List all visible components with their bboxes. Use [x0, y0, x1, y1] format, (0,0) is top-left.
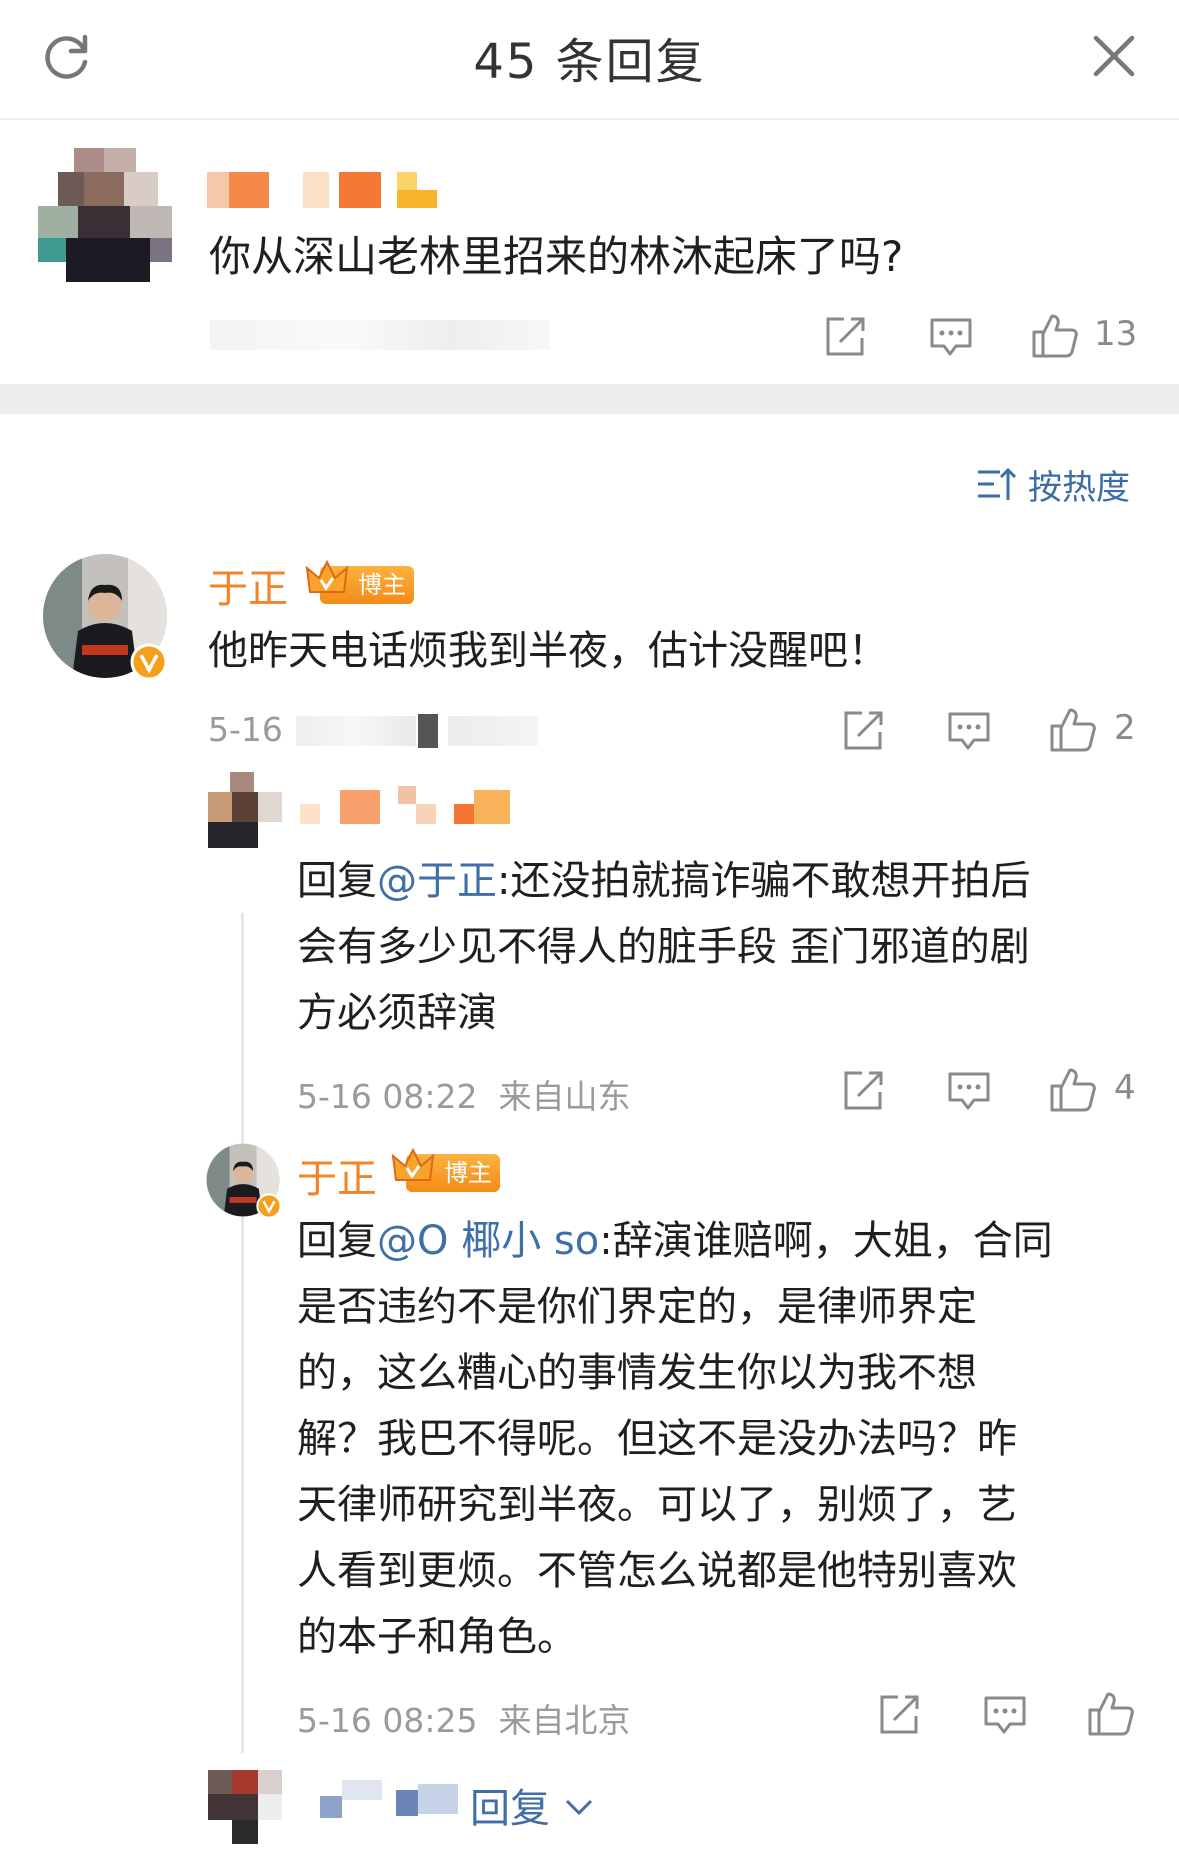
comment-button[interactable]	[982, 1692, 1028, 1738]
mention-link[interactable]: @于正	[377, 858, 497, 904]
blogger-badge: 博主	[305, 559, 414, 604]
thumbs-up-icon	[1050, 1068, 1096, 1112]
comment-button[interactable]	[946, 708, 992, 754]
like-button[interactable]: 2	[1048, 704, 1158, 754]
root-meta-obscured	[210, 320, 550, 350]
root-avatar[interactable]	[38, 148, 172, 282]
header-bar: 45 条回复	[0, 0, 1179, 120]
chevron-down-icon	[565, 1799, 593, 1816]
reply-location: 来自北京	[498, 1701, 631, 1740]
share-icon	[844, 1071, 883, 1110]
reply-time: 5-16 08:25	[297, 1701, 478, 1740]
sort-toggle[interactable]: 按热度	[976, 458, 1156, 508]
more-replies-label: 回复	[470, 1786, 550, 1832]
crown-icon	[305, 559, 349, 593]
share-icon	[880, 1695, 919, 1734]
reply-line: 人看到更烦。不管怎么说都是他特别喜欢	[297, 1548, 1017, 1594]
verified-badge-icon	[130, 643, 168, 681]
root-share-button[interactable]	[822, 314, 868, 360]
reply-line: 是否违约不是你们界定的，是律师界定	[297, 1284, 977, 1330]
reply-avatar-obscured[interactable]	[208, 772, 282, 848]
root-like-button[interactable]: 13	[1030, 310, 1150, 360]
like-count: 4	[1114, 1068, 1136, 1108]
like-button[interactable]: 4	[1048, 1064, 1158, 1114]
comment-author[interactable]: 于正	[297, 1146, 377, 1204]
section-divider	[0, 384, 1179, 414]
share-icon	[826, 317, 865, 356]
like-count: 2	[1114, 708, 1136, 748]
sort-icon	[978, 467, 1016, 500]
comment-button[interactable]	[946, 1068, 992, 1114]
verified-badge-icon	[256, 1193, 282, 1219]
reply-line: :还没拍就搞诈骗不敢想开拍后	[497, 858, 1031, 904]
reply-line: 天律师研究到半夜。可以了，别烦了，艺	[297, 1482, 1017, 1528]
share-icon	[844, 711, 883, 750]
comment-icon	[930, 318, 972, 356]
close-button[interactable]	[1088, 30, 1140, 82]
avatar[interactable]	[42, 553, 168, 681]
comment-text: 他昨天电话烦我到半夜，估计没醒吧！	[208, 628, 888, 674]
reply-line: 的本子和角色。	[297, 1614, 577, 1660]
reply-time: 5-16 08:22	[297, 1077, 478, 1116]
thread-line	[241, 913, 244, 1753]
comment-author[interactable]: 于正	[208, 556, 288, 614]
comment-meta: 5-16	[208, 710, 568, 750]
page-title: 45 条回复	[473, 34, 706, 90]
comment-date: 5-16	[208, 710, 283, 749]
reply-meta: 5-16 08:25 来自北京	[297, 1694, 630, 1742]
reply-avatar-obscured[interactable]	[208, 1770, 282, 1844]
reply-location: 来自山东	[498, 1077, 631, 1116]
avatar[interactable]	[206, 1143, 282, 1219]
reply-line: 的，这么糟心的事情发生你以为我不想	[297, 1350, 977, 1396]
reply-text: 回复@O 椰小 so:辞演谁赔啊，大姐，合同 是否违约不是你们界定的，是律师界定…	[297, 1208, 1157, 1670]
thumbs-up-icon	[1050, 708, 1096, 752]
share-button[interactable]	[840, 708, 886, 754]
crown-icon	[391, 1147, 435, 1181]
share-button[interactable]	[840, 1068, 886, 1114]
reply-prefix: 回复	[297, 858, 377, 904]
more-replies-link[interactable]: 回复	[300, 1776, 620, 1832]
reply-line: :辞演谁赔啊，大姐，合同	[599, 1218, 1053, 1264]
root-username-obscured[interactable]	[207, 172, 437, 208]
comment-icon	[984, 1696, 1026, 1734]
reply-meta: 5-16 08:22 来自山东	[297, 1070, 630, 1118]
root-comment-text: 你从深山老林里招来的林沐起床了吗?	[209, 232, 904, 281]
reply-text: 回复@于正:还没拍就搞诈骗不敢想开拍后 会有多少见不得人的脏手段 歪门邪道的剧 …	[297, 848, 1147, 1046]
like-button[interactable]	[1086, 1688, 1136, 1738]
close-icon	[1093, 35, 1135, 77]
thumbs-up-icon	[1088, 1692, 1134, 1736]
comment-icon	[948, 712, 990, 750]
reply-prefix: 回复	[297, 1218, 377, 1264]
blogger-badge: 博主	[391, 1147, 500, 1192]
reply-line: 解？我巴不得呢。但这不是没办法吗？昨	[297, 1416, 1017, 1462]
thumbs-up-icon	[1032, 314, 1078, 358]
mention-link[interactable]: @O 椰小 so	[377, 1218, 599, 1264]
sort-label: 按热度	[1028, 468, 1130, 508]
like-count: 13	[1094, 314, 1138, 354]
reply-line: 方必须辞演	[297, 990, 497, 1036]
root-comment-button[interactable]	[928, 314, 974, 360]
reply-line: 会有多少见不得人的脏手段 歪门邪道的剧	[297, 924, 1030, 970]
reply-username-obscured[interactable]	[300, 786, 530, 826]
comment-icon	[948, 1072, 990, 1110]
share-button[interactable]	[876, 1692, 922, 1738]
